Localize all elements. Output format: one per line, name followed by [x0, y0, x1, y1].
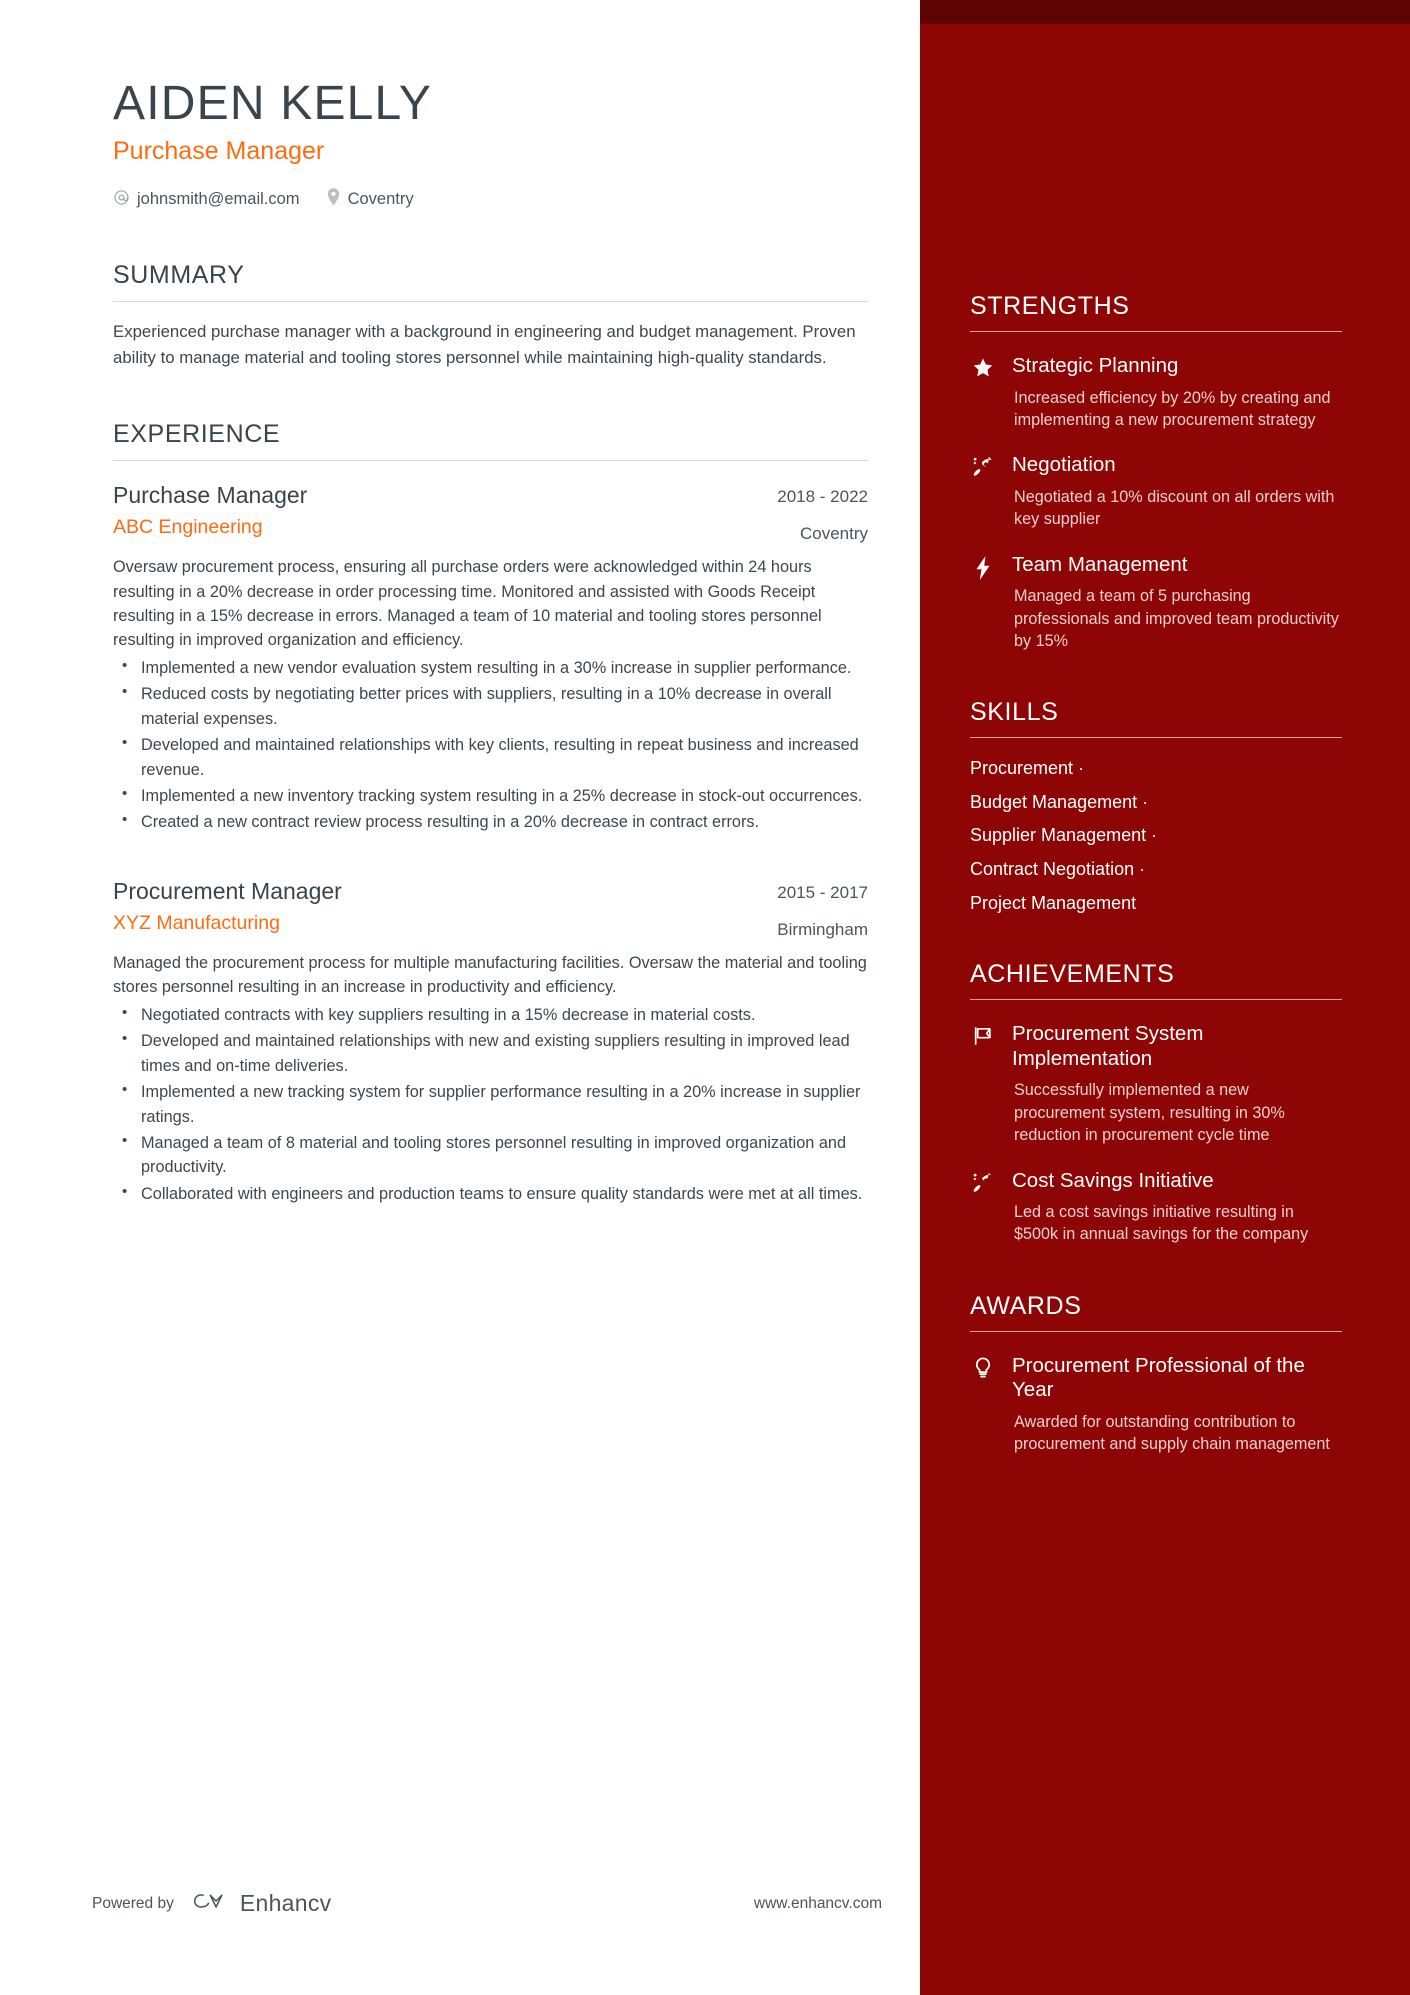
- strength-item: Negotiation Negotiated a 10% discount on…: [970, 453, 1342, 530]
- footer: Powered by Enhancv www.enhancv.com: [92, 1888, 882, 1919]
- strengths-section: STRENGTHS Strategic Planning Increased e…: [970, 292, 1342, 652]
- contact-email-text: johnsmith@email.com: [137, 190, 300, 209]
- experience-divider: [113, 460, 868, 462]
- sidebar-top-band: [920, 0, 1410, 24]
- summary-heading: SUMMARY: [113, 261, 245, 290]
- awards-section: AWARDS Procurement Professional of the Y…: [970, 1292, 1342, 1456]
- awards-heading: AWARDS: [970, 1291, 1082, 1320]
- achievement-title: Cost Savings Initiative: [1012, 1168, 1214, 1192]
- contact-email[interactable]: johnsmith@email.com: [113, 189, 300, 211]
- contact-location: Coventry: [326, 188, 414, 211]
- job-bullet: Implemented a new inventory tracking sys…: [113, 783, 868, 808]
- page-title: AIDEN KELLY: [113, 77, 433, 130]
- experience-entry-header: Purchase Manager ABC Engineering 2018 - …: [113, 481, 868, 544]
- skills-section: SKILLS Procurement · Budget Management ·…: [970, 698, 1342, 914]
- lightning-icon: [970, 553, 996, 653]
- skill-item: Project Management: [970, 892, 1137, 913]
- skills-heading: SKILLS: [970, 698, 1059, 727]
- job-location: Coventry: [799, 524, 868, 544]
- job-bullet: Negotiated contracts with key suppliers …: [113, 1002, 868, 1027]
- main-column: AIDEN KELLY Purchase Manager johnsmith@e…: [0, 0, 920, 1995]
- enhancv-brand: Enhancv: [190, 1888, 332, 1919]
- achievement-description: Led a cost savings initiative resulting …: [1014, 1203, 1309, 1244]
- job-bullet: Reduced costs by negotiating better pric…: [113, 681, 868, 731]
- job-title: Purchase Manager: [113, 482, 308, 509]
- powered-by-label: Powered by: [92, 1894, 174, 1912]
- rocket-icon: [970, 1169, 996, 1246]
- job-bullet: Developed and maintained relationships w…: [113, 732, 868, 782]
- achievements-heading: ACHIEVEMENTS: [970, 960, 1175, 989]
- strength-item: Team Management Managed a team of 5 purc…: [970, 553, 1342, 653]
- award-item: Procurement Professional of the Year Awa…: [970, 1354, 1342, 1456]
- job-description: Managed the procurement process for mult…: [113, 953, 867, 997]
- enhancv-brand-name: Enhancv: [239, 1890, 332, 1916]
- summary-text: Experienced purchase manager with a back…: [113, 322, 856, 367]
- job-dates: 2018 - 2022: [777, 487, 868, 507]
- contact-row: johnsmith@email.com Coventry: [113, 188, 868, 211]
- sidebar: STRENGTHS Strategic Planning Increased e…: [920, 0, 1410, 1995]
- strength-description: Managed a team of 5 purchasing professio…: [1014, 587, 1339, 650]
- award-description: Awarded for outstanding contribution to …: [1014, 1413, 1330, 1454]
- skill-item: Supplier Management ·: [970, 825, 1158, 846]
- star-icon: [970, 354, 996, 431]
- powered-by-block: Powered by Enhancv: [92, 1888, 331, 1919]
- job-bullet: Implemented a new tracking system for su…: [113, 1079, 868, 1129]
- header-block: AIDEN KELLY Purchase Manager johnsmith@e…: [113, 77, 868, 211]
- job-title: Procurement Manager: [113, 877, 342, 904]
- job-bullet: Created a new contract review process re…: [113, 809, 868, 834]
- skills-divider: [970, 737, 1342, 739]
- experience-section: EXPERIENCE Purchase Manager ABC Engineer…: [113, 420, 868, 1206]
- strength-description: Increased efficiency by 20% by creating …: [1014, 388, 1331, 429]
- strengths-heading: STRENGTHS: [970, 292, 1130, 320]
- strength-description: Negotiated a 10% discount on all orders …: [1014, 487, 1335, 529]
- achievement-item: Procurement System Implementation Succes…: [970, 1022, 1342, 1146]
- rocket-icon: [970, 453, 996, 530]
- lightbulb-icon: [970, 1354, 996, 1456]
- award-title: Procurement Professional of the Year: [1012, 1353, 1305, 1402]
- enhancv-logo-icon: [190, 1888, 230, 1919]
- strength-title: Strategic Planning: [1012, 354, 1179, 377]
- contact-location-text: Coventry: [347, 190, 414, 209]
- job-location: Birmingham: [777, 919, 868, 939]
- strength-title: Negotiation: [1012, 453, 1116, 477]
- job-company: XYZ Manufacturing: [113, 911, 280, 934]
- job-role-subtitle: Purchase Manager: [113, 136, 325, 165]
- achievement-title: Procurement System Implementation: [1012, 1022, 1204, 1070]
- strength-item: Strategic Planning Increased efficiency …: [970, 354, 1342, 431]
- skill-item: Contract Negotiation ·: [970, 859, 1146, 880]
- experience-entry: Procurement Manager XYZ Manufacturing 20…: [113, 877, 868, 1206]
- job-company: ABC Engineering: [113, 515, 263, 538]
- footer-website[interactable]: www.enhancv.com: [754, 1895, 882, 1913]
- job-dates: 2015 - 2017: [777, 882, 868, 902]
- job-description: Oversaw procurement process, ensuring al…: [113, 558, 822, 650]
- job-bullet: Implemented a new vendor evaluation syst…: [113, 655, 868, 680]
- resume-page: AIDEN KELLY Purchase Manager johnsmith@e…: [0, 0, 1410, 1995]
- skills-list: Procurement · Budget Management · Suppli…: [970, 746, 1342, 914]
- awards-divider: [970, 1330, 1342, 1332]
- job-bullet: Developed and maintained relationships w…: [113, 1028, 868, 1078]
- job-bullets: Implemented a new vendor evaluation syst…: [113, 655, 868, 835]
- skill-item: Procurement ·: [970, 758, 1085, 779]
- location-pin-icon: [326, 188, 341, 211]
- flag-icon: [970, 1022, 996, 1146]
- strengths-divider: [970, 331, 1342, 332]
- job-bullet: Managed a team of 8 material and tooling…: [113, 1130, 868, 1180]
- achievements-section: ACHIEVEMENTS Procurement System Implemen…: [970, 960, 1342, 1246]
- skill-item: Budget Management ·: [970, 791, 1149, 812]
- email-icon: [113, 189, 130, 211]
- experience-entry: Purchase Manager ABC Engineering 2018 - …: [113, 481, 868, 835]
- job-bullet: Collaborated with engineers and producti…: [113, 1181, 868, 1206]
- achievements-divider: [970, 999, 1342, 1001]
- job-bullets: Negotiated contracts with key suppliers …: [113, 1002, 868, 1207]
- achievement-item: Cost Savings Initiative Led a cost savin…: [970, 1169, 1342, 1246]
- experience-heading: EXPERIENCE: [113, 420, 281, 449]
- summary-divider: [113, 301, 868, 303]
- experience-entry-header: Procurement Manager XYZ Manufacturing 20…: [113, 877, 868, 940]
- summary-section: SUMMARY Experienced purchase manager wit…: [113, 261, 868, 370]
- achievement-description: Successfully implemented a new procureme…: [1014, 1081, 1285, 1145]
- strength-title: Team Management: [1012, 552, 1188, 576]
